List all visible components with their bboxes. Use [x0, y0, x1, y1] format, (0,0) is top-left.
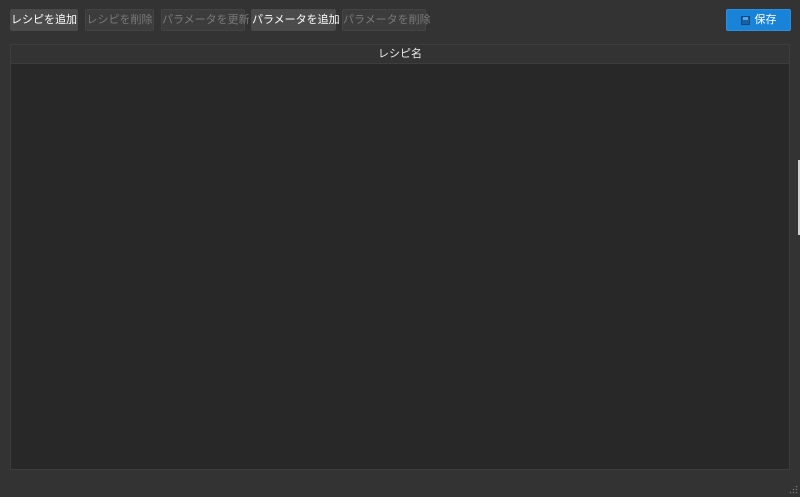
- recipe-editor-window: レシピを追加 レシピを削除 パラメータを更新 パラメータを追加 パラメータを削除…: [0, 0, 800, 497]
- add-recipe-button[interactable]: レシピを追加: [10, 9, 78, 31]
- column-header-recipe-name[interactable]: レシピ名: [11, 45, 789, 63]
- delete-parameter-button[interactable]: パラメータを削除: [342, 9, 431, 31]
- save-button[interactable]: 保存: [726, 9, 791, 31]
- toolbar: レシピを追加 レシピを削除 パラメータを更新 パラメータを追加 パラメータを削除…: [0, 0, 800, 40]
- save-icon: [740, 15, 750, 25]
- update-parameter-button[interactable]: パラメータを更新: [161, 9, 250, 31]
- table-body[interactable]: [11, 64, 789, 469]
- recipe-table[interactable]: レシピ名: [10, 44, 790, 470]
- add-parameter-button[interactable]: パラメータを追加: [251, 9, 340, 31]
- delete-recipe-button[interactable]: レシピを削除: [85, 9, 154, 31]
- size-grip-icon[interactable]: [788, 485, 798, 495]
- save-label: 保存: [754, 13, 777, 26]
- table-header: レシピ名: [11, 45, 789, 64]
